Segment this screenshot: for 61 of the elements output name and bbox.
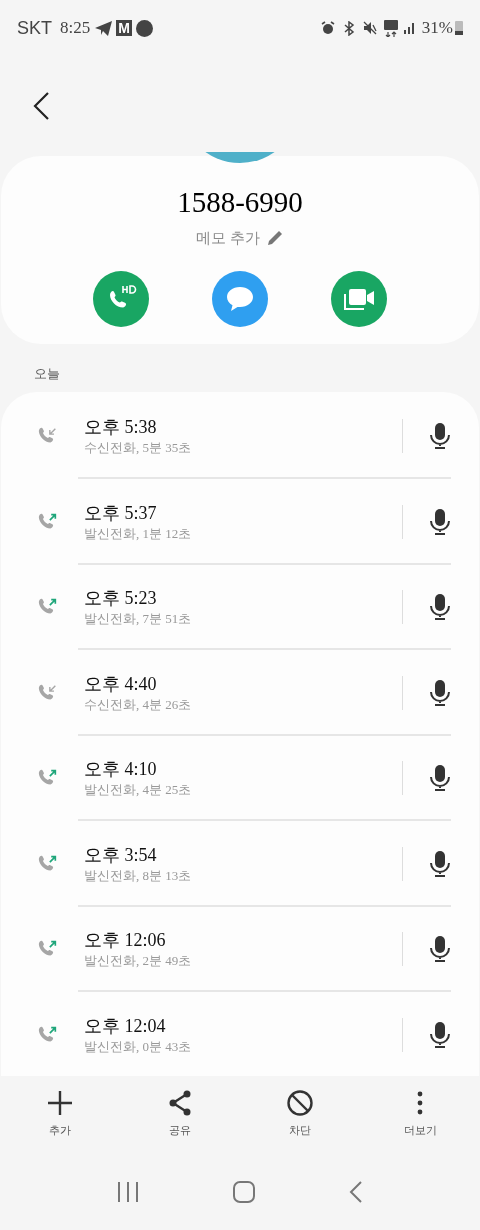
video-camera-icon [342, 286, 377, 312]
microphone-icon[interactable] [429, 593, 451, 622]
call-time: 오후 5:37 [84, 501, 158, 525]
section-label: 오늘 [34, 365, 61, 383]
call-time: 오후 4:40 [84, 672, 158, 696]
paper-plane-icon [95, 20, 113, 36]
toolbar-button[interactable]: 공유 [120, 1088, 240, 1144]
toolbar-button[interactable]: 추가 [0, 1088, 120, 1144]
signal-icon [403, 22, 416, 34]
call-detail: 발신전화, 8분 13초 [84, 866, 193, 885]
mute-icon [362, 21, 377, 35]
call-log-row[interactable]: 오후 4:10 발신전화, 4분 25초 [1, 735, 479, 821]
call-detail: 수신전화, 4분 26초 [84, 695, 193, 714]
call-detail: 수신전화, 5분 35초 [84, 439, 193, 458]
call-time: 오후 12:04 [84, 1014, 167, 1038]
call-detail: 발신전화, 7분 51초 [84, 610, 193, 629]
call-detail: 발신전화, 1분 12초 [84, 524, 193, 543]
back-nav-icon[interactable] [348, 1180, 364, 1204]
call-log-row[interactable]: 오후 4:40 수신전화, 4분 26초 [1, 650, 479, 736]
microphone-icon[interactable] [429, 422, 451, 451]
call-time: 오후 4:10 [84, 758, 158, 782]
toolbar-button[interactable]: 더보기 [360, 1088, 480, 1144]
microphone-icon[interactable] [429, 678, 451, 707]
add-memo-button[interactable]: 메모 추가 [195, 226, 285, 249]
alarm-icon [320, 21, 335, 35]
carrier: SKT [17, 16, 52, 40]
watch-app-icon [135, 19, 153, 37]
call-time: 오후 3:54 [84, 843, 158, 867]
call-log-row[interactable]: 오후 5:23 발신전화, 7분 51초 [1, 564, 479, 650]
clock: 8:25 [60, 17, 91, 40]
microphone-icon[interactable] [429, 935, 451, 964]
mail-badge: M [116, 20, 132, 36]
microphone-icon[interactable] [429, 764, 451, 793]
pencil-icon [266, 228, 285, 247]
battery-percent: 31% [421, 17, 453, 40]
home-icon[interactable] [232, 1180, 256, 1204]
battery-icon [455, 21, 463, 35]
plus-icon [46, 1089, 74, 1117]
microphone-icon[interactable] [429, 1020, 451, 1049]
bluetooth-icon [342, 20, 355, 36]
share-icon [168, 1090, 192, 1116]
call-detail: 발신전화, 2분 49초 [84, 952, 193, 971]
call-time: 오후 12:06 [84, 929, 167, 953]
more-icon [416, 1090, 424, 1116]
call-log-row[interactable]: 오후 3:54 발신전화, 8분 13초 [1, 821, 479, 907]
recent-apps-icon[interactable] [116, 1181, 140, 1203]
microphone-icon[interactable] [429, 849, 451, 878]
call-detail: 발신전화, 4분 25초 [84, 781, 193, 800]
chat-bubble-icon [225, 285, 255, 313]
phone-number: 1588-6990 [177, 185, 303, 220]
call-log-row[interactable]: 오후 5:38 수신전화, 5분 35초 [1, 393, 479, 479]
call-time: 오후 5:38 [84, 416, 158, 440]
toolbar-button[interactable]: 차단 [240, 1088, 360, 1144]
call-log-row[interactable]: 오후 12:06 발신전화, 2분 49초 [1, 906, 479, 992]
call-detail: 발신전화, 0분 43초 [84, 1037, 193, 1056]
message-button[interactable] [212, 271, 268, 327]
microphone-icon[interactable] [429, 507, 451, 536]
call-time: 오후 5:23 [84, 587, 158, 611]
block-icon [286, 1089, 314, 1117]
network-icon [383, 19, 398, 37]
call-log-row[interactable]: 오후 5:37 발신전화, 1분 12초 [1, 479, 479, 565]
